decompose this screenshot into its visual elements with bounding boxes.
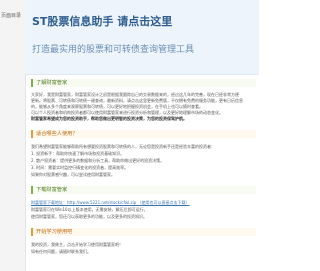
sidebar: 页面目录 [0, 0, 26, 271]
paragraph-line: 财富管家可在Win10以上版本使用，无需安装，解压后即可运行。 [31, 207, 148, 212]
page-subtitle: 打造最实用的股票和可转债查询管理工具 [32, 45, 195, 55]
paragraph-line: 的，能够从多个角度来观察股票和可转债，可以更好地把握投资机会，在手机上也可以随时… [31, 104, 203, 109]
section-heading-features: 适合哪些人使用？ [31, 130, 256, 138]
list-item: 1. 投资新手：帮助你快速了解市场和投资基础知识。 [31, 151, 125, 156]
paragraph-line: 使用财富管家，您还可以获取更多的功能，以及更多的投资知识。 [31, 214, 147, 219]
page-title-link[interactable]: ST股票信息助手 请点击这里 [32, 13, 172, 29]
paragraph-line: 如果你对股票感兴趣，可以尝试使用财富管家。 [31, 172, 115, 177]
hero-banner: ST股票信息助手 请点击这里 打造最实用的股票和可转债查询管理工具 [25, 0, 259, 75]
paragraph-line: 我的投资，我做主，点击开始学习使用财富管家吧！ [31, 242, 123, 247]
list-item: 2. 散户投资者：提供更多的数据和分析工具，帮助你做出更好的投资决策。 [31, 158, 165, 163]
paragraph-line: 可以个人投资者和机构投资者都可以使用财富管家来进行投资分析和管理，以及更好地理解… [31, 110, 223, 115]
main-content: ST股票信息助手 请点击这里 打造最实用的股票和可转债查询管理工具 了解财富管家… [25, 0, 259, 271]
download-link[interactable]: 财富管家下载地址：http://www.5221.net/stock/cfwl.… [31, 200, 253, 206]
sidebar-label[interactable]: 页面目录 [1, 12, 21, 19]
paragraph-line: 我们希望财富管家能够帮助所有想要投资股票和可转债的人，无论您是投资新手还是经验丰… [31, 144, 215, 149]
list-item: 3. 时间：需要实时监控行情变化的投资者，提高效率。 [31, 165, 129, 170]
section-heading-download: 下载财富管家 [31, 186, 256, 194]
section-heading-start: 开始学习使用吧 [31, 228, 256, 236]
paragraph-line: 财富管家希望成为您的投资助手，帮助您做出更明智的投资决策，为您的投资保驾护航。 [31, 116, 187, 121]
section-heading-about: 了解财富管家 [31, 79, 256, 87]
paragraph-line: 如有任何问题，请随时联系我们。 [31, 249, 91, 254]
paragraph-line: 更新。将股票、可转债和可转债一键查询，最新资料，请点击这里更新免费版，不仅拥有免… [31, 98, 243, 103]
paragraph-line: 大家好，我是财富管家，财富管家设计之初是根据我跟踪自己的交易数据来的，经过这几年… [31, 92, 239, 97]
